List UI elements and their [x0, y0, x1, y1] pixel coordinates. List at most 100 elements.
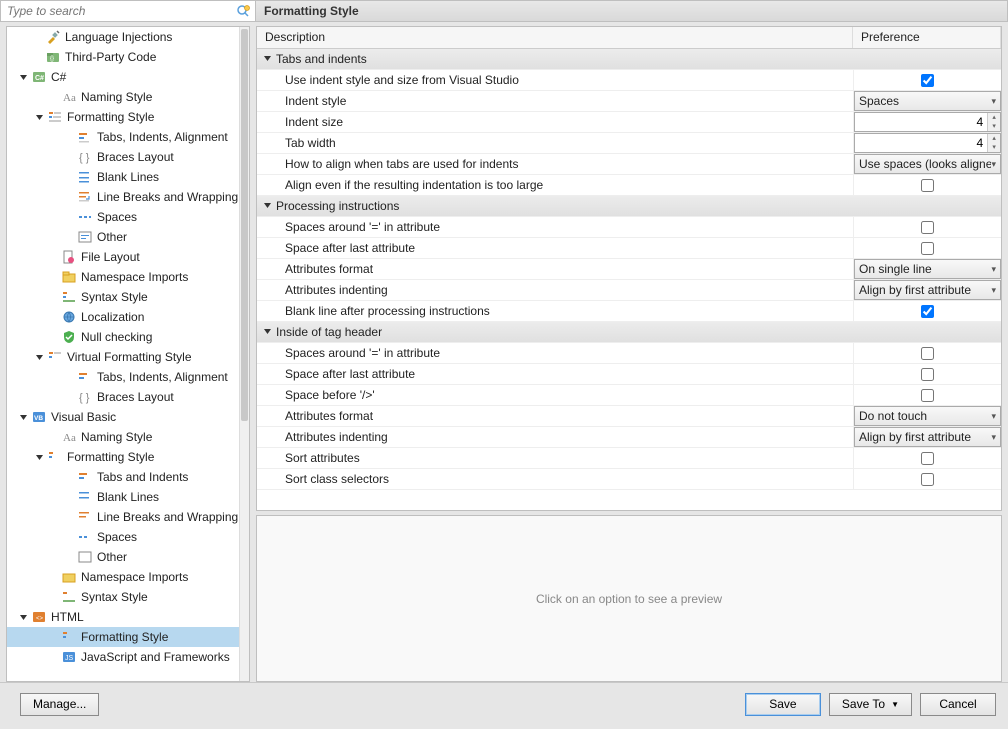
setting-row[interactable]: Use indent style and size from Visual St…: [257, 70, 1001, 91]
cancel-button[interactable]: Cancel: [920, 693, 996, 716]
tree-item[interactable]: Line Breaks and Wrapping: [7, 187, 239, 207]
tree-item[interactable]: Other: [7, 547, 239, 567]
setting-row[interactable]: Spaces around '=' in attribute: [257, 343, 1001, 364]
tree-item[interactable]: Other: [7, 227, 239, 247]
tree-item-html[interactable]: <>HTML: [7, 607, 239, 627]
setting-row[interactable]: Sort class selectors: [257, 469, 1001, 490]
expander-icon[interactable]: [33, 111, 45, 123]
tree-item[interactable]: { }Braces Layout: [7, 147, 239, 167]
save-button[interactable]: Save: [745, 693, 821, 716]
manage-button[interactable]: Manage...: [20, 693, 99, 716]
combobox[interactable]: Align by first attribute▾: [854, 427, 1001, 447]
checkbox[interactable]: [921, 179, 934, 192]
tree-label: Tabs and Indents: [97, 470, 188, 484]
checkbox[interactable]: [921, 74, 934, 87]
setting-row[interactable]: Tab width▴▾: [257, 133, 1001, 154]
checkbox[interactable]: [921, 368, 934, 381]
checkbox[interactable]: [921, 242, 934, 255]
tree-scrollbar[interactable]: [239, 27, 249, 681]
combobox[interactable]: Spaces▾: [854, 91, 1001, 111]
tree-item[interactable]: AaNaming Style: [7, 427, 239, 447]
tree-item-third-party[interactable]: {}Third-Party Code: [7, 47, 239, 67]
tree-item[interactable]: Tabs, Indents, Alignment: [7, 367, 239, 387]
search-input[interactable]: [1, 1, 255, 21]
spinner[interactable]: ▴▾: [854, 133, 1001, 153]
tree-item-virtual-formatting[interactable]: Virtual Formatting Style: [7, 347, 239, 367]
tree-item[interactable]: Blank Lines: [7, 487, 239, 507]
spin-up-icon[interactable]: ▴: [988, 113, 1000, 122]
setting-row[interactable]: Space after last attribute: [257, 238, 1001, 259]
spinner-input[interactable]: [855, 115, 987, 129]
spinner-input[interactable]: [855, 136, 987, 150]
expander-icon[interactable]: [33, 351, 45, 363]
group-tag-header[interactable]: Inside of tag header: [257, 322, 1001, 343]
setting-row[interactable]: Attributes formatOn single line▾: [257, 259, 1001, 280]
setting-row[interactable]: How to align when tabs are used for inde…: [257, 154, 1001, 175]
setting-row[interactable]: Blank line after processing instructions: [257, 301, 1001, 322]
group-processing[interactable]: Processing instructions: [257, 196, 1001, 217]
setting-label: Align even if the resulting indentation …: [257, 178, 853, 192]
tree-item-formatting-style[interactable]: Formatting Style: [7, 107, 239, 127]
column-preference[interactable]: Preference: [853, 27, 1001, 48]
expander-icon[interactable]: [17, 411, 29, 423]
setting-row[interactable]: Attributes formatDo not touch▾: [257, 406, 1001, 427]
spin-down-icon[interactable]: ▾: [988, 122, 1000, 131]
expander-icon[interactable]: [263, 52, 272, 66]
tree-item-vb[interactable]: VBVisual Basic: [7, 407, 239, 427]
grid-body[interactable]: Tabs and indents Use indent style and si…: [257, 49, 1001, 510]
tree-item[interactable]: Formatting Style: [7, 447, 239, 467]
setting-row[interactable]: Indent styleSpaces▾: [257, 91, 1001, 112]
tree-item[interactable]: Namespace Imports: [7, 567, 239, 587]
combobox[interactable]: Do not touch▾: [854, 406, 1001, 426]
checkbox[interactable]: [921, 221, 934, 234]
setting-row[interactable]: Indent size▴▾: [257, 112, 1001, 133]
spin-down-icon[interactable]: ▾: [988, 143, 1000, 152]
tree-item-naming-style[interactable]: AaNaming Style: [7, 87, 239, 107]
column-description[interactable]: Description: [257, 27, 853, 48]
group-tabs-indents[interactable]: Tabs and indents: [257, 49, 1001, 70]
expander-icon[interactable]: [17, 611, 29, 623]
tree-item-language-injections[interactable]: Language Injections: [7, 27, 239, 47]
tree-item[interactable]: Line Breaks and Wrapping: [7, 507, 239, 527]
checkbox[interactable]: [921, 347, 934, 360]
spinner[interactable]: ▴▾: [854, 112, 1001, 132]
save-to-button[interactable]: Save To▼: [829, 693, 912, 716]
tree-item[interactable]: Spaces: [7, 207, 239, 227]
tree-item-namespace[interactable]: Namespace Imports: [7, 267, 239, 287]
tree-item[interactable]: Tabs and Indents: [7, 467, 239, 487]
tree-item[interactable]: Blank Lines: [7, 167, 239, 187]
checkbox[interactable]: [921, 473, 934, 486]
search-box[interactable]: [0, 0, 256, 22]
expander-icon[interactable]: [263, 325, 272, 339]
setting-row[interactable]: Space after last attribute: [257, 364, 1001, 385]
tree-item-file-layout[interactable]: File Layout: [7, 247, 239, 267]
tree-item[interactable]: Tabs, Indents, Alignment: [7, 127, 239, 147]
checkbox[interactable]: [921, 305, 934, 318]
tree-item-csharp[interactable]: C#C#: [7, 67, 239, 87]
combobox[interactable]: On single line▾: [854, 259, 1001, 279]
tree-item[interactable]: Spaces: [7, 527, 239, 547]
tree-item[interactable]: Syntax Style: [7, 587, 239, 607]
tree-item-null[interactable]: Null checking: [7, 327, 239, 347]
setting-row[interactable]: Attributes indentingAlign by first attri…: [257, 427, 1001, 448]
checkbox[interactable]: [921, 452, 934, 465]
spaces-icon: [77, 209, 93, 225]
expander-icon[interactable]: [263, 199, 272, 213]
setting-row[interactable]: Sort attributes: [257, 448, 1001, 469]
expander-icon[interactable]: [17, 71, 29, 83]
combobox[interactable]: Use spaces (looks aligned▾: [854, 154, 1001, 174]
tree-item-syntax[interactable]: Syntax Style: [7, 287, 239, 307]
expander-icon[interactable]: [33, 451, 45, 463]
tree-item[interactable]: { }Braces Layout: [7, 387, 239, 407]
preview-placeholder: Click on an option to see a preview: [536, 592, 722, 606]
tree-item-js[interactable]: JSJavaScript and Frameworks: [7, 647, 239, 667]
setting-row[interactable]: Spaces around '=' in attribute: [257, 217, 1001, 238]
setting-row[interactable]: Space before '/>': [257, 385, 1001, 406]
tree-item-localization[interactable]: Localization: [7, 307, 239, 327]
checkbox[interactable]: [921, 389, 934, 402]
setting-row[interactable]: Attributes indentingAlign by first attri…: [257, 280, 1001, 301]
combobox[interactable]: Align by first attribute▾: [854, 280, 1001, 300]
spin-up-icon[interactable]: ▴: [988, 134, 1000, 143]
setting-row[interactable]: Align even if the resulting indentation …: [257, 175, 1001, 196]
tree-item-html-formatting[interactable]: Formatting Style: [7, 627, 239, 647]
